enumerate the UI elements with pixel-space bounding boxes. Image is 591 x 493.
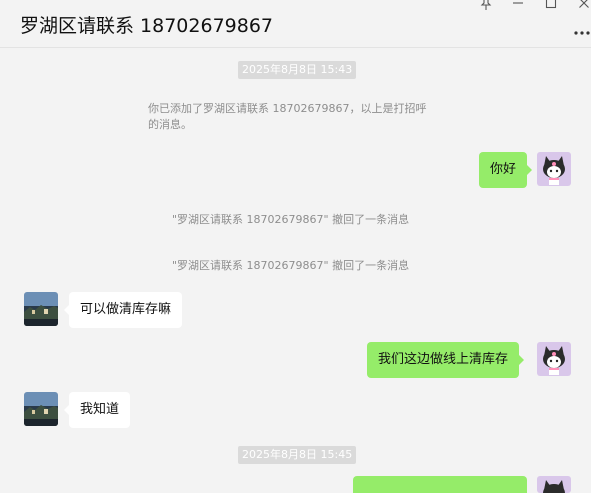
self-avatar[interactable] bbox=[537, 152, 571, 186]
self-avatar[interactable] bbox=[537, 342, 571, 376]
more-icon[interactable] bbox=[574, 21, 590, 40]
timestamp: 2025年8月8日 15:43 bbox=[238, 61, 357, 79]
self-kuromi-avatar bbox=[537, 476, 571, 493]
timestamp: 2025年8月8日 15:45 bbox=[238, 446, 357, 464]
chat-header: 罗湖区请联系 18702679867 bbox=[0, 0, 591, 48]
system-message-added: 你已添加了罗湖区请联系 18702679867，以上是打招呼 的消息。 bbox=[148, 101, 458, 133]
contact-landscape-avatar bbox=[24, 392, 58, 426]
chat-title: 罗湖区请联系 18702679867 bbox=[20, 15, 274, 37]
contact-landscape-avatar bbox=[24, 292, 58, 326]
contact-avatar[interactable] bbox=[24, 392, 58, 426]
self-kuromi-avatar bbox=[537, 342, 571, 376]
system-message-line: 你已添加了罗湖区请联系 18702679867，以上是打招呼 bbox=[148, 102, 427, 115]
outgoing-message-bubble-partial[interactable] bbox=[353, 476, 527, 493]
incoming-message-bubble[interactable]: 我知道 bbox=[63, 392, 131, 428]
pin-icon[interactable] bbox=[478, 0, 494, 16]
minimize-icon[interactable] bbox=[510, 0, 526, 14]
self-kuromi-avatar bbox=[537, 152, 571, 186]
system-message-recall: "罗湖区请联系 18702679867" 撤回了一条消息 bbox=[172, 259, 410, 272]
outgoing-message-bubble[interactable]: 我们这边做线上清库存 bbox=[367, 342, 525, 378]
system-message-line: 的消息。 bbox=[148, 118, 192, 131]
outgoing-message-bubble[interactable]: 你好 bbox=[479, 152, 533, 188]
maximize-icon[interactable] bbox=[543, 0, 559, 14]
system-message-recall: "罗湖区请联系 18702679867" 撤回了一条消息 bbox=[172, 213, 410, 226]
close-icon[interactable] bbox=[576, 0, 591, 14]
self-avatar[interactable] bbox=[537, 476, 571, 493]
incoming-message-bubble[interactable]: 可以做清库存嘛 bbox=[63, 292, 183, 328]
contact-avatar[interactable] bbox=[24, 292, 58, 326]
